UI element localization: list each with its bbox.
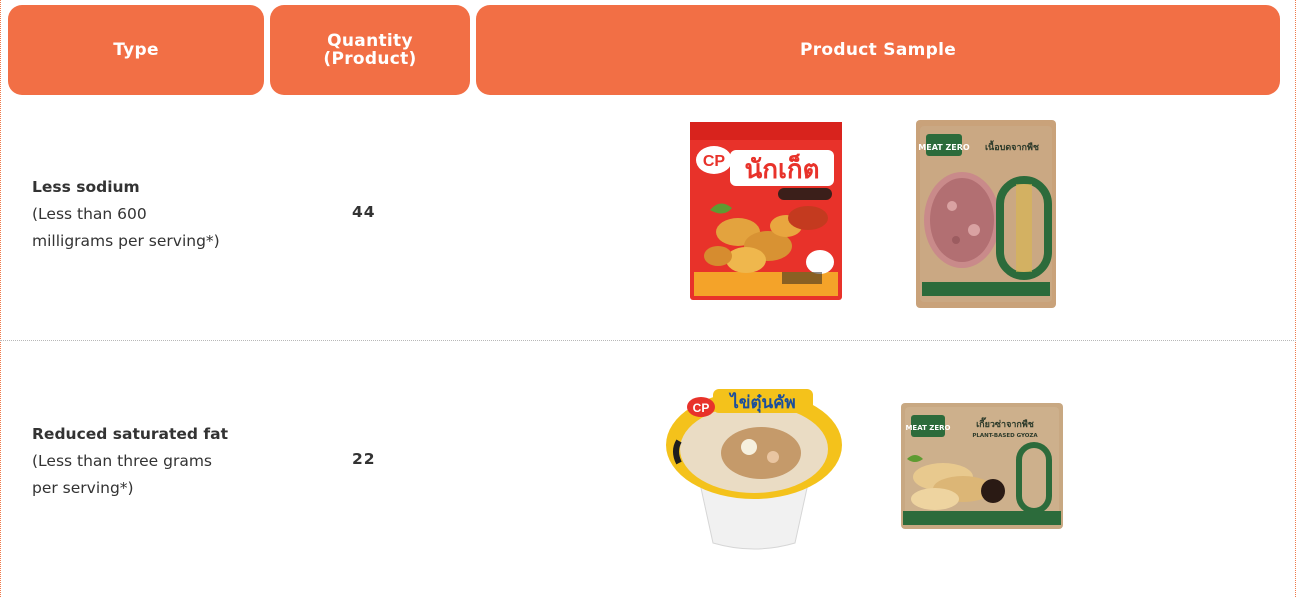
table-row: Reduced saturated fat (Less than three g… (0, 341, 1298, 597)
header-quantity-label-line2: (Product) (323, 49, 417, 69)
type-title: Less sodium (32, 178, 140, 196)
header-product-sample: Product Sample (476, 5, 1280, 95)
type-cell: Less sodium (Less than 600 milligrams pe… (32, 174, 220, 255)
type-desc-line1: (Less than three grams (32, 452, 212, 470)
type-cell: Reduced saturated fat (Less than three g… (32, 421, 228, 502)
meat-zero-minced-package-image: MEAT ZERO เนื้อบดจากพืช (916, 120, 1056, 308)
meat-zero-gyoza-package-image: MEAT ZERO เกี๊ยวซ่าจากพืช PLANT-BASED GY… (901, 403, 1063, 529)
type-title: Reduced saturated fat (32, 425, 229, 443)
header-type: Type (8, 5, 264, 95)
type-desc-line1: (Less than 600 (32, 205, 147, 223)
cp-steamed-egg-cup-image: ไข่ตุ๋นคัพ CP (666, 389, 842, 550)
egg-cup-thai-name: ไข่ตุ๋นคัพ (728, 392, 795, 413)
meat-zero-logo-text: MEAT ZERO (905, 424, 950, 432)
header-quantity-label-line1: Quantity (327, 31, 413, 51)
quantity-value: 22 (352, 450, 376, 468)
nuggets-thai-name: นักเก็ต (744, 153, 819, 185)
header-type-label: Type (113, 40, 159, 60)
cp-logo-text: CP (703, 153, 726, 170)
type-desc-line2: per serving*) (32, 479, 134, 497)
quantity-value: 44 (352, 203, 376, 221)
header-sample-label: Product Sample (799, 40, 957, 60)
cp-nuggets-package-image: CP นักเก็ต (690, 122, 842, 300)
table-row: Less sodium (Less than 600 milligrams pe… (0, 100, 1298, 340)
header-quantity: Quantity (Product) (270, 5, 470, 95)
meat-zero-logo-text: MEAT ZERO (918, 143, 970, 152)
type-desc-line2: milligrams per serving*) (32, 232, 220, 250)
gyoza-subtitle: PLANT-BASED GYOZA (972, 433, 1038, 439)
cp-logo-text: CP (693, 401, 710, 415)
